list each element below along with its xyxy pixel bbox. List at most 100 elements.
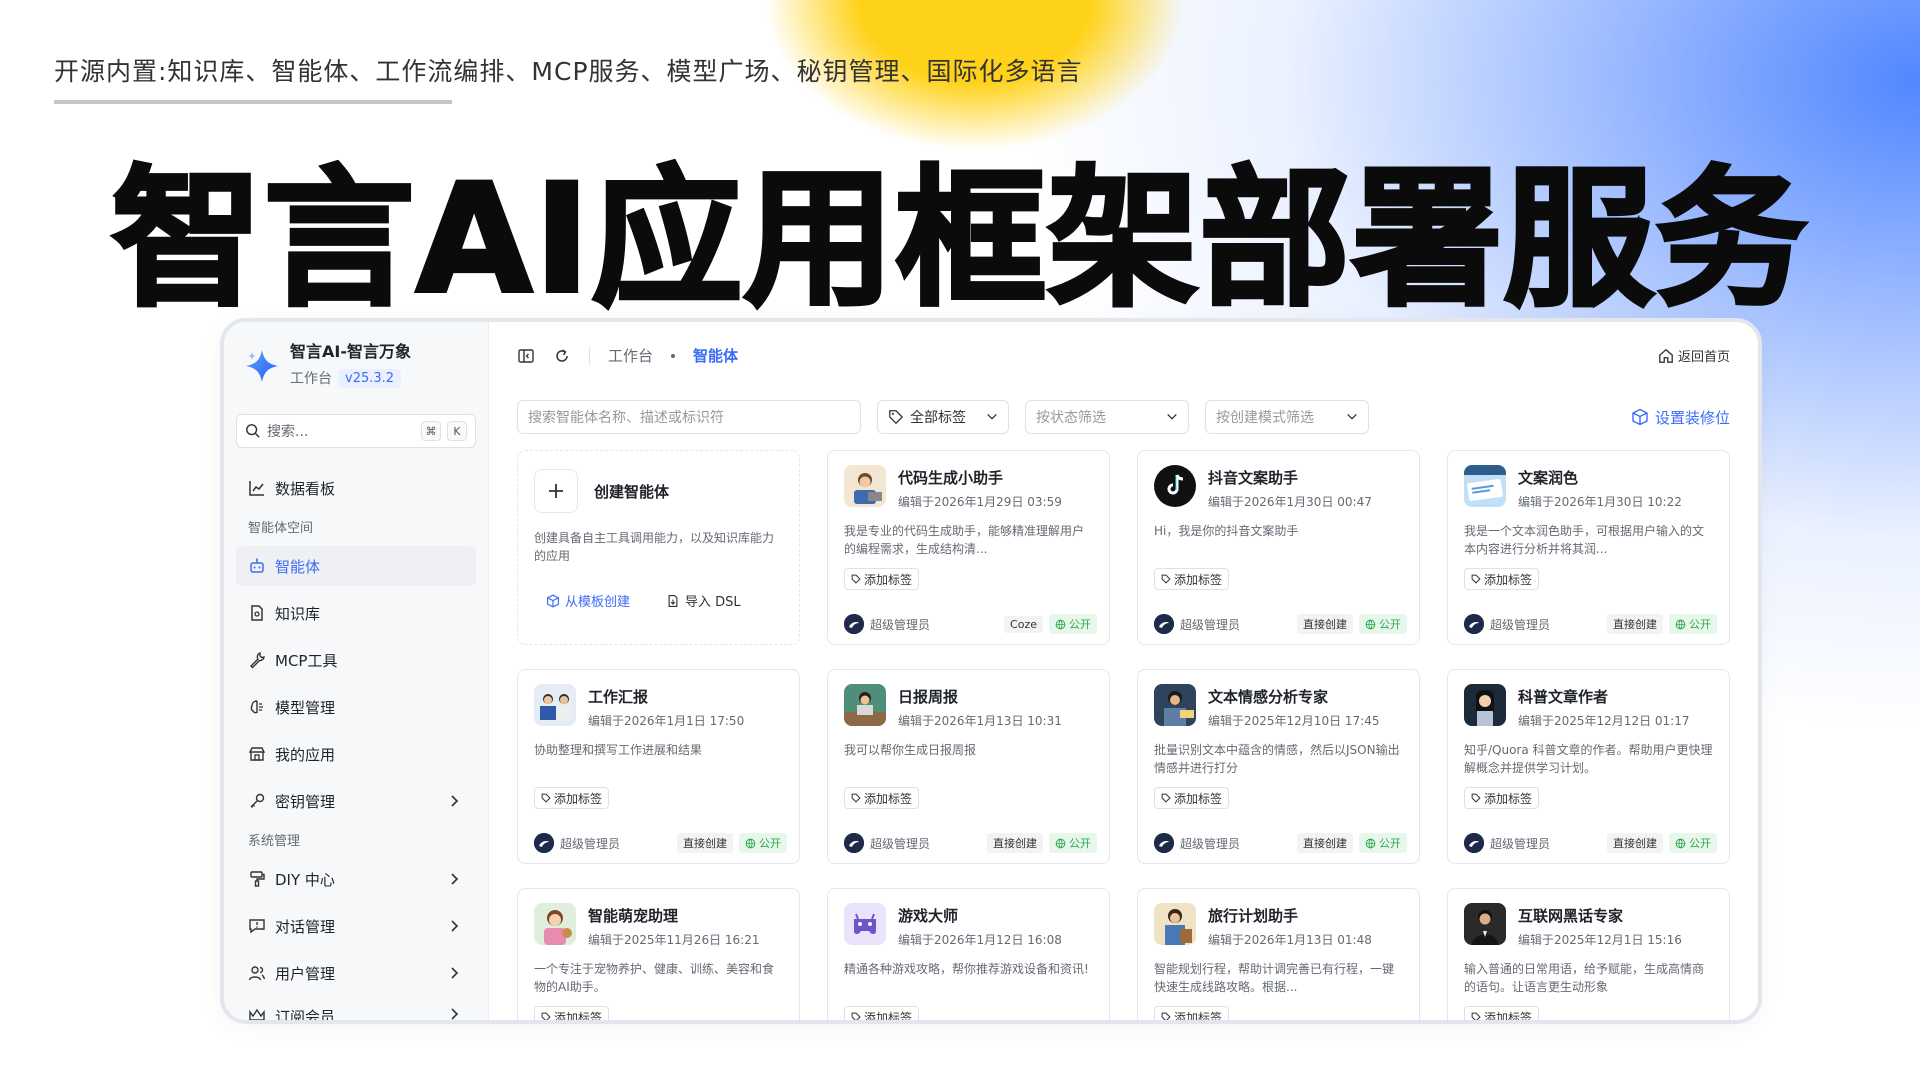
agent-edit-time: 编辑于2026年1月13日 01:48 [1208, 933, 1372, 947]
add-tag-label: 添加标签 [1174, 572, 1223, 587]
topbar-divider [589, 346, 590, 365]
sidebar-item-label: DIY 中心 [275, 870, 335, 889]
sidebar-item-users[interactable]: 用户管理 [236, 953, 476, 993]
owner-name: 超级管理员 [1490, 617, 1551, 632]
create-mode-badge: 直接创建 [1297, 833, 1353, 853]
tag-icon [851, 1012, 861, 1020]
add-tag-button[interactable]: 添加标签 [1464, 787, 1540, 809]
agent-card[interactable]: 文本情感分析专家 编辑于2025年12月10日 17:45 批量识别文本中蕴含的… [1137, 669, 1420, 864]
banner-subtitle: 开源内置:知识库、智能体、工作流编排、MCP服务、模型广场、秘钥管理、国际化多语… [54, 57, 1083, 86]
sidebar-item-myapps[interactable]: 我的应用 [236, 734, 476, 774]
agent-edit-time: 编辑于2026年1月30日 10:22 [1518, 495, 1682, 509]
agent-avatar [1464, 684, 1506, 726]
agent-grid: 创建智能体 创建具备自主工具调用能力，以及知识库能力的应用 从模板创建 导入 D… [517, 450, 1730, 1020]
add-tag-button[interactable]: 添加标签 [1464, 1006, 1540, 1020]
globe-icon [1365, 838, 1376, 848]
add-tag-button[interactable]: 添加标签 [534, 787, 610, 809]
owner-name: 超级管理员 [1180, 836, 1241, 851]
import-dsl-button[interactable]: 导入 DSL [666, 591, 741, 610]
agent-card[interactable]: 游戏大师 编辑于2026年1月12日 16:08 精通各种游戏攻略，帮你推荐游戏… [827, 888, 1110, 1020]
public-badge: 公开 [1049, 614, 1097, 634]
agent-name: 互联网黑话专家 [1518, 907, 1624, 925]
add-tag-button[interactable]: 添加标签 [534, 1006, 610, 1020]
mode-filter-select[interactable]: 按创建模式筛选 [1205, 400, 1369, 434]
public-label: 公开 [1069, 837, 1091, 850]
back-home-link[interactable]: 返回首页 [1658, 346, 1730, 365]
owner-name: 超级管理员 [870, 836, 931, 851]
agent-avatar [844, 465, 886, 507]
agent-name: 旅行计划助手 [1208, 907, 1299, 925]
agent-avatar [1464, 903, 1506, 945]
sidebar-item-model[interactable]: 模型管理 [236, 687, 476, 727]
agent-search-input[interactable]: 搜索智能体名称、描述或标识符 [517, 400, 861, 434]
sidebar-item-dialog[interactable]: 对话管理 [236, 906, 476, 946]
chevron-right-icon [451, 967, 459, 979]
sidebar-item-label: 知识库 [275, 604, 321, 623]
refresh-icon[interactable] [553, 347, 571, 365]
create-agent-card[interactable]: 创建智能体 创建具备自主工具调用能力，以及知识库能力的应用 从模板创建 导入 D… [517, 450, 800, 645]
add-tag-button[interactable]: 添加标签 [1154, 787, 1230, 809]
agent-card[interactable]: 抖音文案助手 编辑于2026年1月30日 00:47 Hi，我是你的抖音文案助手… [1137, 450, 1420, 645]
agent-card[interactable]: 旅行计划助手 编辑于2026年1月13日 01:48 智能规划行程，帮助计调完善… [1137, 888, 1420, 1020]
tag-filter-select[interactable]: 全部标签 [877, 400, 1009, 434]
agent-card[interactable]: 代码生成小助手 编辑于2026年1月29日 03:59 我是专业的代码生成助手，… [827, 450, 1110, 645]
key-icon [250, 793, 265, 808]
sidebar-item-agent[interactable]: 智能体 [236, 546, 476, 586]
file-import-icon [668, 594, 678, 607]
agent-card[interactable]: 文案润色 编辑于2026年1月30日 10:22 我是一个文本润色助手，可根据用… [1447, 450, 1730, 645]
create-mode-badge: 直接创建 [1297, 614, 1353, 634]
agent-card[interactable]: 智能萌宠助理 编辑于2025年11月26日 16:21 一个专注于宠物养护、健康… [517, 888, 800, 1020]
agent-avatar [534, 684, 576, 726]
sidebar-item-subscription[interactable]: 订阅会员 [236, 1000, 476, 1020]
main-content: 工作台 智能体 返回首页 搜索智能体名称、描述或标识符 全部标签 按状态筛选 按… [489, 322, 1758, 1020]
sidebar-search[interactable]: 搜索... ⌘ K [236, 414, 476, 448]
config-slot-label: 设置装修位 [1654, 408, 1730, 427]
store-icon [248, 747, 266, 761]
add-tag-button[interactable]: 添加标签 [844, 1006, 920, 1020]
status-filter-select[interactable]: 按状态筛选 [1025, 400, 1189, 434]
owner-name: 超级管理员 [1490, 836, 1551, 851]
kbd-k: K [447, 421, 467, 441]
chevron-right-icon [451, 873, 459, 885]
add-tag-button[interactable]: 添加标签 [1464, 568, 1540, 590]
agent-card[interactable]: 互联网黑话专家 编辑于2025年12月1日 15:16 输入普通的日常用语，给予… [1447, 888, 1730, 1020]
agent-avatar [844, 684, 886, 726]
add-tag-button[interactable]: 添加标签 [844, 568, 920, 590]
globe-icon [1365, 619, 1376, 629]
add-tag-button[interactable]: 添加标签 [1154, 1006, 1230, 1020]
agent-edit-time: 编辑于2026年1月29日 03:59 [898, 495, 1062, 509]
config-slot-button[interactable]: 设置装修位 [1631, 407, 1730, 428]
agent-avatar [1154, 903, 1196, 945]
filter-bar: 搜索智能体名称、描述或标识符 全部标签 按状态筛选 按创建模式筛选 设置装修位 [517, 400, 1730, 434]
agent-card[interactable]: 工作汇报 编辑于2026年1月1日 17:50 协助整理和撰写工作进展和结果 添… [517, 669, 800, 864]
app-window: 智言AI-智言万象 工作台 v25.3.2 搜索... ⌘ K 数据看板 智能体空… [220, 318, 1762, 1024]
agent-card[interactable]: 科普文章作者 编辑于2025年12月12日 01:17 知乎/Quora 科普文… [1447, 669, 1730, 864]
agent-card[interactable]: 日报周报 编辑于2026年1月13日 10:31 我可以帮你生成日报周报 添加标… [827, 669, 1110, 864]
sidebar-item-label: 数据看板 [275, 479, 336, 498]
sidebar-item-knowledge[interactable]: 知识库 [236, 593, 476, 633]
public-label: 公开 [1689, 837, 1711, 850]
sidebar-item-dashboard[interactable]: 数据看板 [236, 468, 476, 508]
agent-desc: 精通各种游戏攻略，帮你推荐游戏设备和资讯! [844, 962, 1089, 976]
agent-desc: 我是一个文本润色助手，可根据用户输入的文本内容进行分析并将其润... [1464, 524, 1705, 556]
create-mode-badge: 直接创建 [1607, 614, 1663, 634]
agent-desc: 知乎/Quora 科普文章的作者。帮助用户更快理解概念并提供学习计划。 [1464, 743, 1713, 775]
breadcrumb-workbench[interactable]: 工作台 [608, 345, 653, 366]
add-tag-button[interactable]: 添加标签 [1154, 568, 1230, 590]
sidebar-item-diy[interactable]: DIY 中心 [236, 859, 476, 899]
add-tag-button[interactable]: 添加标签 [844, 787, 920, 809]
tag-icon [889, 410, 904, 425]
tag-icon [1161, 793, 1171, 803]
sidebar-item-mcp[interactable]: MCP工具 [236, 640, 476, 680]
globe-icon [1675, 838, 1686, 848]
create-agent-title: 创建智能体 [594, 482, 670, 501]
sidebar-toggle-icon[interactable] [517, 347, 535, 365]
brand-subtitle: 工作台 [290, 371, 332, 387]
public-badge: 公开 [1669, 614, 1717, 634]
sidebar-item-keys[interactable]: 密钥管理 [236, 781, 476, 821]
owner-avatar [1464, 833, 1484, 853]
public-badge: 公开 [1669, 833, 1717, 853]
globe-icon [1055, 619, 1066, 629]
from-template-button[interactable]: 从模板创建 [546, 591, 630, 610]
agent-name: 文本情感分析专家 [1208, 688, 1329, 706]
